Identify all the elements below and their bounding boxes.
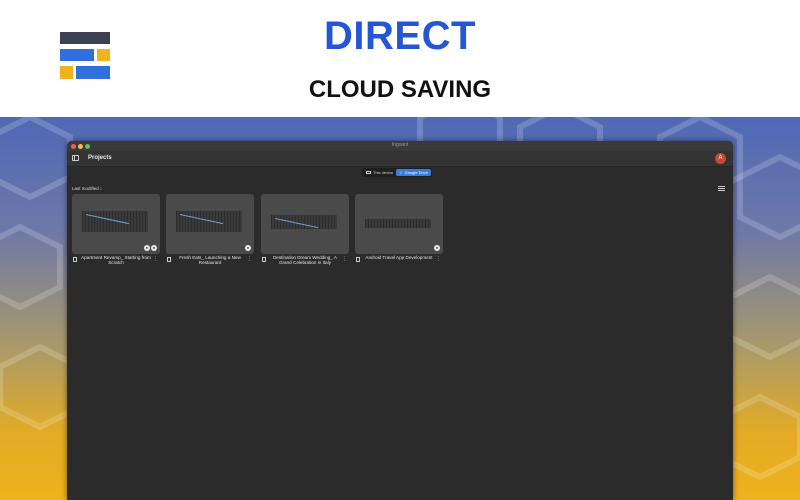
sort-control[interactable]: Last modified↓ bbox=[72, 186, 102, 192]
project-thumbnail[interactable] bbox=[261, 194, 349, 254]
app-header: Projects A bbox=[67, 151, 733, 167]
document-icon bbox=[73, 257, 77, 262]
project-thumbnail[interactable]: ● bbox=[166, 194, 254, 254]
project-thumbnail[interactable]: ● ● bbox=[72, 194, 160, 254]
drive-icon: ✓ bbox=[399, 170, 403, 175]
arrow-down-icon: ↓ bbox=[99, 186, 103, 192]
app-window: Ingoant Projects A This device ✓ Google … bbox=[67, 141, 733, 500]
subheadline: CLOUD SAVING bbox=[308, 76, 492, 103]
project-title: Android Travel App Development bbox=[365, 255, 433, 260]
promo-banner: DIRECT CLOUD SAVING bbox=[0, 0, 800, 117]
laptop-icon bbox=[366, 171, 371, 174]
gantt-preview bbox=[271, 215, 337, 229]
cloud-icon: ● bbox=[245, 245, 251, 251]
document-icon bbox=[167, 257, 171, 262]
storage-toggle: This device ✓ Google Drive bbox=[362, 168, 432, 177]
cloud-icon: ● bbox=[434, 245, 440, 251]
window-titlebar: Ingoant bbox=[67, 141, 733, 151]
project-thumbnail[interactable]: ● bbox=[355, 194, 443, 254]
document-icon bbox=[262, 257, 266, 262]
toggle-this-device-label: This device bbox=[373, 170, 394, 175]
more-options-icon[interactable]: · · · bbox=[437, 255, 439, 264]
project-card[interactable]: ● ● Apartment Revamp_ Starting from Scra… bbox=[72, 194, 160, 269]
toggle-google-drive-label: Google Drive bbox=[404, 170, 428, 175]
headline: DIRECT bbox=[324, 14, 476, 58]
toggle-google-drive[interactable]: ✓ Google Drive bbox=[396, 169, 431, 176]
project-card[interactable]: ● Fresh Eats_ Launching a New Restaurant… bbox=[166, 194, 254, 269]
avatar[interactable]: A bbox=[715, 153, 726, 164]
project-card[interactable]: ● Android Travel App Development · · · bbox=[355, 194, 443, 269]
gantt-preview bbox=[365, 219, 431, 228]
window-title: Ingoant bbox=[391, 142, 409, 148]
cloud-icon: ● bbox=[151, 245, 157, 251]
project-card[interactable]: Destination Dream Wedding_ A Grand Celeb… bbox=[261, 194, 349, 269]
list-view-icon[interactable] bbox=[718, 186, 725, 191]
project-title: Fresh Eats_ Launching a New Restaurant bbox=[179, 255, 241, 266]
gantt-preview bbox=[176, 211, 242, 232]
document-icon bbox=[356, 257, 360, 262]
more-options-icon[interactable]: · · · bbox=[248, 255, 250, 264]
project-title: Apartment Revamp_ Starting from Scratch bbox=[81, 255, 151, 266]
sort-label: Last modified bbox=[72, 186, 99, 191]
project-title: Destination Dream Wedding_ A Grand Celeb… bbox=[272, 255, 337, 266]
toggle-this-device[interactable]: This device bbox=[363, 169, 396, 176]
page-title: Projects bbox=[88, 155, 112, 161]
shared-icon: ● bbox=[144, 245, 150, 251]
projects-content: This device ✓ Google Drive Last modified… bbox=[67, 167, 733, 500]
sidebar-toggle-icon[interactable] bbox=[72, 155, 79, 161]
gantt-preview bbox=[82, 211, 148, 232]
more-options-icon[interactable]: · · · bbox=[343, 255, 345, 264]
more-options-icon[interactable]: · · · bbox=[154, 255, 156, 264]
